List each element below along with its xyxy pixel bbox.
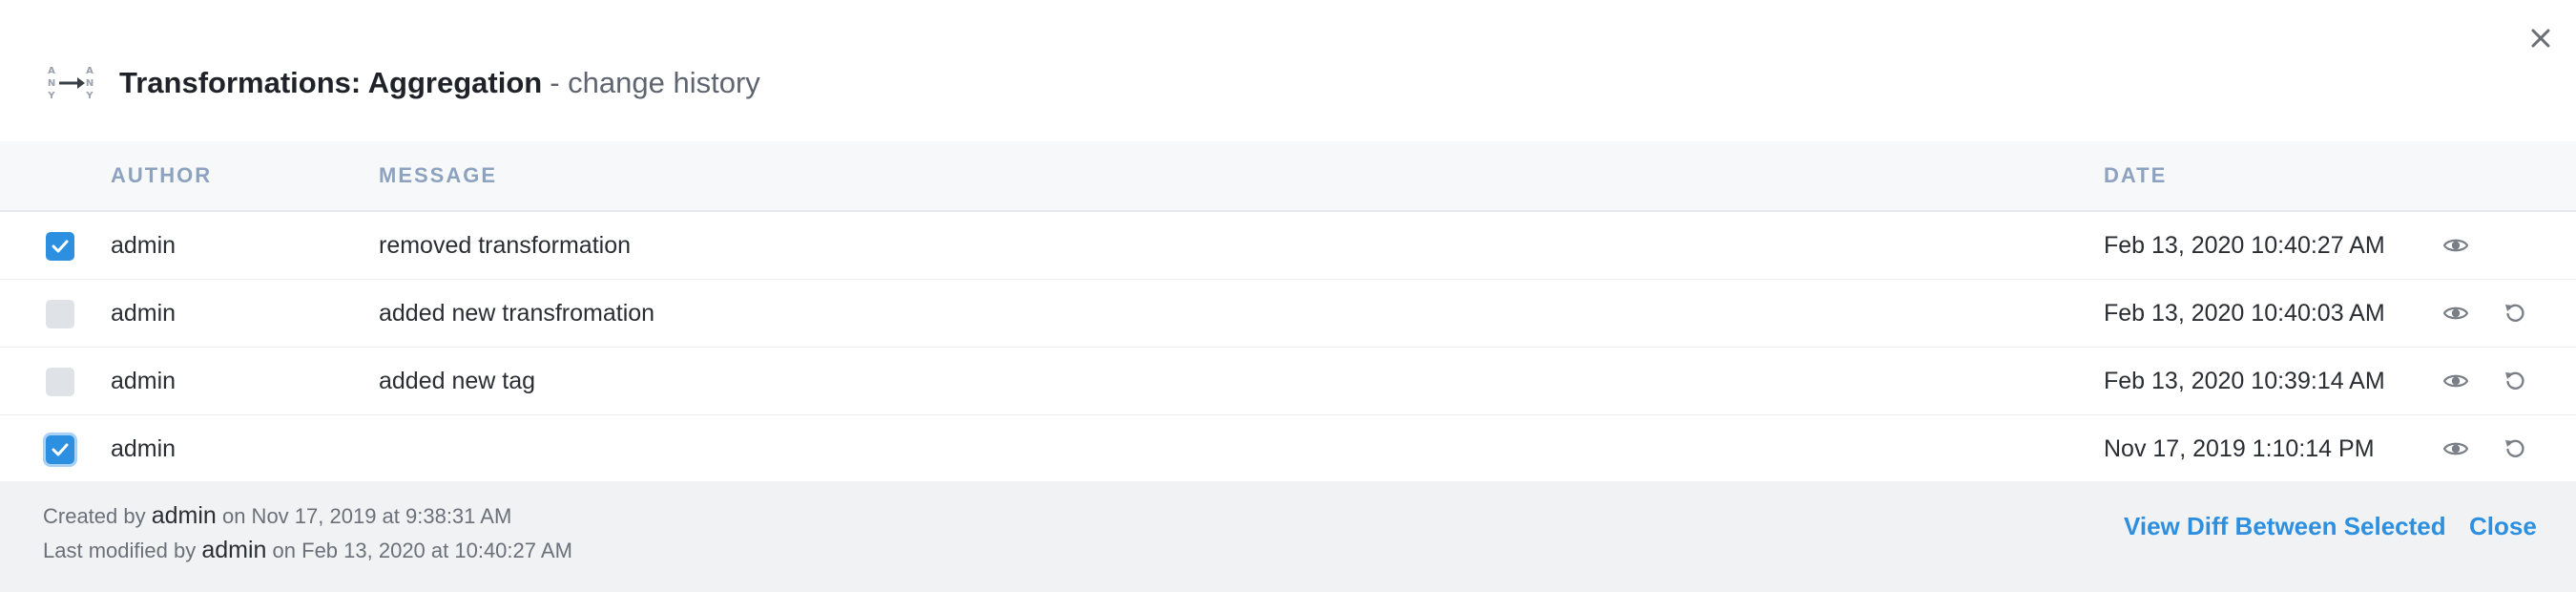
date-cell: Feb 13, 2020 10:39:14 AM — [2104, 368, 2385, 394]
svg-text:N: N — [86, 78, 93, 89]
row-select-checkbox[interactable] — [46, 232, 74, 261]
row-select-checkbox[interactable] — [46, 368, 74, 396]
eye-icon[interactable] — [2439, 364, 2473, 398]
close-button[interactable]: Close — [2469, 512, 2537, 541]
author-cell: admin — [111, 435, 177, 462]
revert-icon[interactable] — [2498, 432, 2532, 466]
eye-icon[interactable] — [2439, 296, 2473, 330]
svg-text:N: N — [48, 78, 55, 89]
modified-info: Last modified by admin on Feb 13, 2020 a… — [43, 537, 572, 563]
dialog-title: Transformations: Aggregation — [119, 66, 543, 99]
change-history-dialog: ANY ANY Transformations: Aggregation - c… — [0, 0, 2576, 592]
history-table: AUTHOR MESSAGE DATE admin removed transfo… — [0, 141, 2576, 483]
svg-text:Y: Y — [85, 91, 93, 101]
date-cell: Nov 17, 2019 1:10:14 PM — [2104, 435, 2375, 462]
column-header-date[interactable]: DATE — [2104, 141, 2167, 210]
svg-text:A: A — [86, 66, 93, 76]
message-cell: added new tag — [379, 368, 536, 394]
table-row[interactable]: admin Nov 17, 2019 1:10:14 PM — [0, 415, 2576, 483]
message-cell: added new transfromation — [379, 300, 655, 327]
dialog-footer: Created by admin on Nov 17, 2019 at 9:38… — [0, 481, 2576, 592]
date-cell: Feb 13, 2020 10:40:27 AM — [2104, 232, 2385, 259]
message-cell: removed transformation — [379, 232, 632, 259]
created-info: Created by admin on Nov 17, 2019 at 9:38… — [43, 502, 512, 529]
modified-by-user: admin — [201, 537, 267, 563]
svg-text:Y: Y — [47, 91, 55, 101]
table-row[interactable]: admin added new transfromation Feb 13, 202… — [0, 280, 2576, 348]
any-to-any-icon: ANY ANY — [45, 63, 98, 103]
svg-text:A: A — [48, 66, 55, 76]
date-cell: Feb 13, 2020 10:40:03 AM — [2104, 300, 2385, 327]
table-row[interactable]: admin removed transformation Feb 13, 2020 … — [0, 212, 2576, 280]
eye-icon[interactable] — [2439, 228, 2473, 263]
table-body: admin removed transformation Feb 13, 2020 … — [0, 212, 2576, 483]
author-cell: admin — [111, 300, 177, 327]
dialog-subtitle: - change history — [550, 66, 760, 99]
eye-icon[interactable] — [2439, 432, 2473, 466]
revert-icon[interactable] — [2498, 364, 2532, 398]
dialog-header: ANY ANY Transformations: Aggregation - c… — [45, 63, 760, 103]
table-row[interactable]: admin added new tag Feb 13, 2020 10:39:14 … — [0, 348, 2576, 415]
author-cell: admin — [111, 368, 177, 394]
created-by-user: admin — [151, 502, 217, 529]
column-header-author[interactable]: AUTHOR — [111, 141, 212, 210]
revert-icon[interactable] — [2498, 296, 2532, 330]
table-header: AUTHOR MESSAGE DATE — [0, 141, 2576, 212]
author-cell: admin — [111, 232, 177, 259]
row-select-checkbox[interactable] — [46, 300, 74, 328]
row-select-checkbox[interactable] — [46, 435, 74, 464]
view-diff-button[interactable]: View Diff Between Selected — [2124, 512, 2446, 541]
column-header-message[interactable]: MESSAGE — [379, 141, 497, 210]
close-icon[interactable] — [2522, 19, 2560, 57]
